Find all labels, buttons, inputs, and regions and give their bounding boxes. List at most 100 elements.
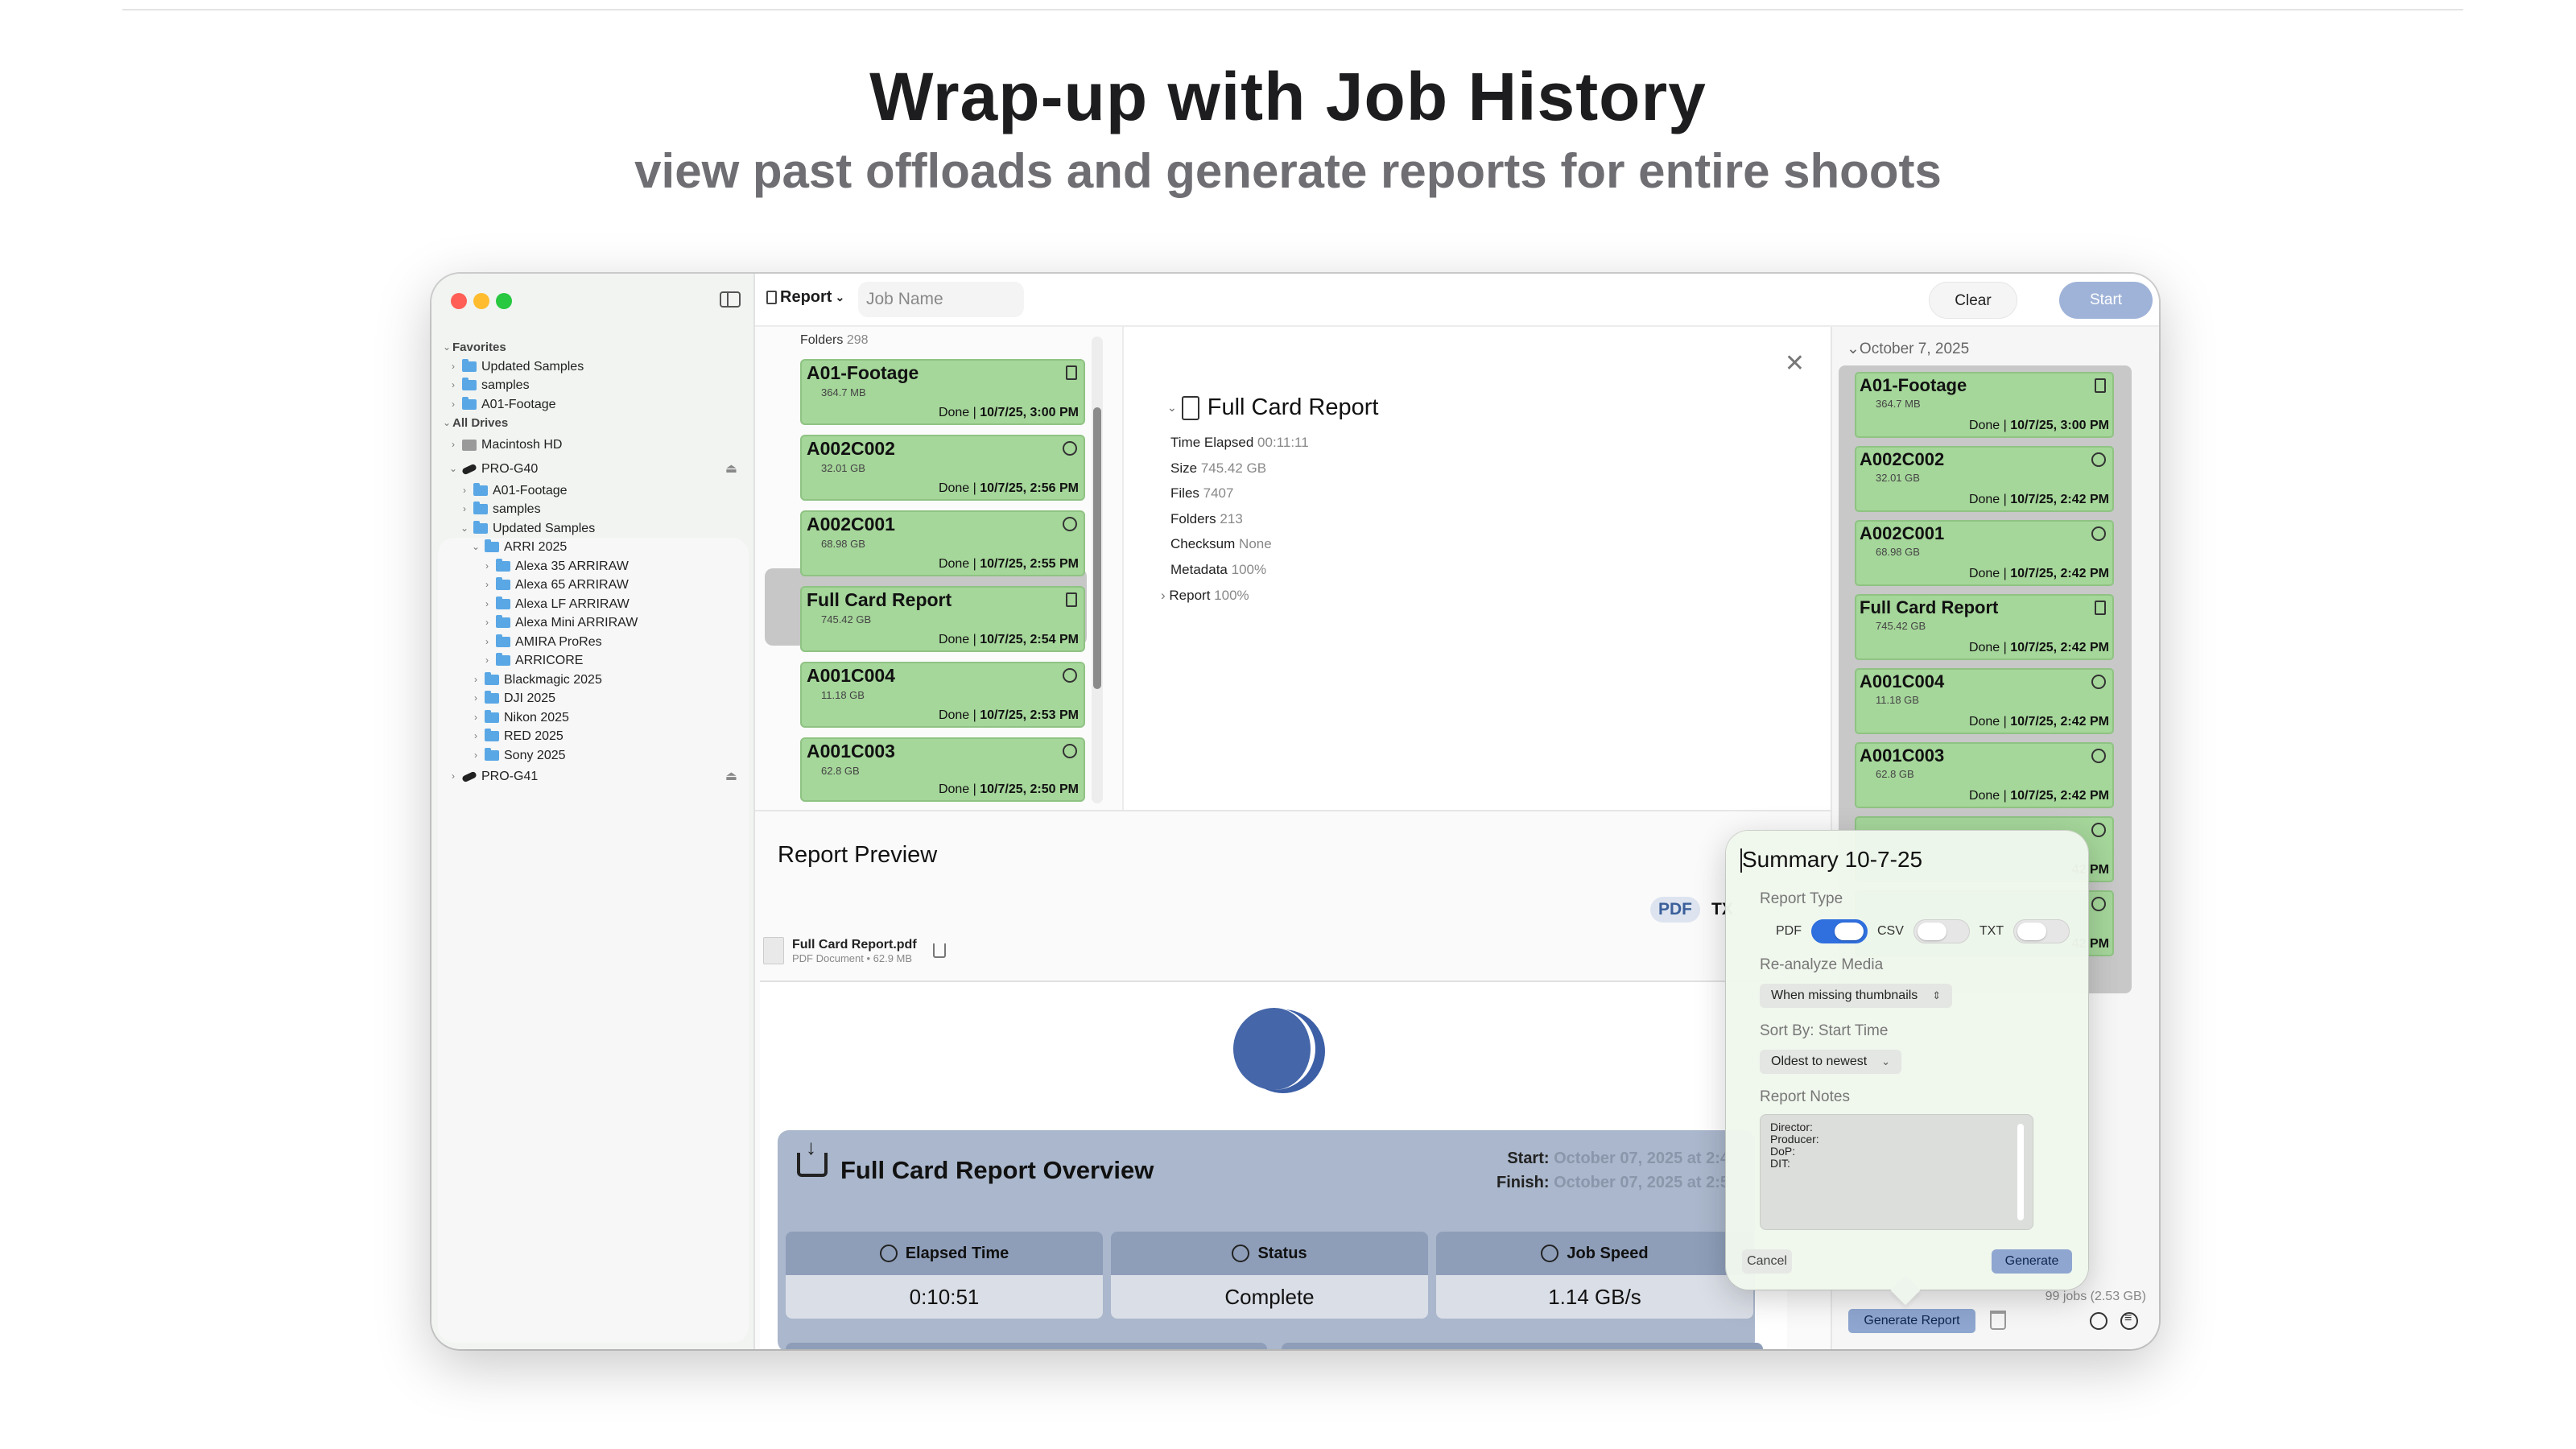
folder-icon <box>462 378 477 391</box>
generate-report-button[interactable]: Generate Report <box>1848 1309 1975 1333</box>
hero-subtitle: view past offloads and generate reports … <box>634 144 1942 198</box>
overview-card: Full Card Report Overview Start: October… <box>778 1130 1763 1349</box>
minimize-window-button[interactable] <box>473 293 489 309</box>
notes-scrollbar[interactable] <box>2017 1124 2024 1220</box>
job-name-input[interactable]: Job Name <box>858 282 1024 317</box>
filter-icon[interactable] <box>2120 1311 2138 1330</box>
csv-toggle[interactable] <box>1913 919 1970 943</box>
folder-item[interactable]: › Sony 2025 <box>441 746 747 766</box>
generate-button[interactable]: Generate <box>1992 1249 2072 1274</box>
folder-icon <box>485 729 499 742</box>
favorite-item[interactable]: › A01-Footage <box>441 395 747 415</box>
folder-item[interactable]: › Alexa LF ARRIRAW <box>441 595 747 614</box>
job-card[interactable]: A002C001 68.98 GB Done | 10/7/25, 2:55 P… <box>800 510 1085 576</box>
job-card[interactable]: A001C003 62.8 GB Done | 10/7/25, 2:50 PM <box>800 737 1085 802</box>
start-button[interactable]: Start <box>2059 282 2153 319</box>
cancel-button[interactable]: Cancel <box>1742 1249 1792 1274</box>
chevron-down-icon: ⌄ <box>1167 401 1177 414</box>
favorite-item[interactable]: › Updated Samples <box>441 357 747 377</box>
detail-title[interactable]: ⌄ Full Card Report <box>1167 394 1378 421</box>
summary-title-field[interactable]: Summary 10-7-25 <box>1740 847 1922 873</box>
chevron-down-icon: ⌄ <box>442 341 452 353</box>
folder-item[interactable]: › Alexa 35 ARRIRAW <box>441 557 747 576</box>
folder-icon <box>496 596 510 609</box>
external-drive-icon <box>461 770 477 783</box>
folder-item[interactable]: › Nikon 2025 <box>441 708 747 728</box>
detail-row: Files 7407 <box>1170 485 1234 502</box>
speedometer-icon <box>1541 1245 1559 1262</box>
all-drives-header[interactable]: ⌄ All Drives <box>441 414 747 433</box>
sort-select[interactable]: Oldest to newest ⌄ <box>1760 1050 1902 1074</box>
trash-icon[interactable] <box>1990 1311 2006 1330</box>
file-row[interactable]: Full Card Report.pdf PDF Document • 62.9… <box>763 937 946 964</box>
updown-chevron-icon: ⇕ <box>1932 989 1942 1001</box>
favorites-header[interactable]: ⌄ Favorites <box>441 338 747 357</box>
reanalyze-label: Re-analyze Media <box>1760 956 1884 973</box>
history-job-card[interactable]: A01-Footage 364.7 MB Done | 10/7/25, 3:0… <box>1855 372 2114 438</box>
share-icon[interactable] <box>932 943 946 958</box>
history-job-card[interactable]: A001C004 11.18 GB Done | 10/7/25, 2:42 P… <box>1855 668 2114 734</box>
history-job-card[interactable]: Full Card Report 745.42 GB Done | 10/7/2… <box>1855 594 2114 660</box>
history-date-header[interactable]: ⌄October 7, 2025 <box>1847 340 1969 358</box>
history-job-card[interactable]: A001C003 62.8 GB Done | 10/7/25, 2:42 PM <box>1855 742 2114 808</box>
history-clock-icon[interactable] <box>2090 1312 2107 1330</box>
eject-icon[interactable]: ⏏ <box>725 767 737 786</box>
folder-item[interactable]: › A01-Footage <box>441 481 747 501</box>
folder-icon <box>473 520 488 534</box>
zoom-window-button[interactable] <box>496 293 512 309</box>
folder-item[interactable]: › Alexa Mini ARRIRAW <box>441 613 747 633</box>
folder-icon <box>496 653 510 667</box>
pdf-toggle[interactable] <box>1811 919 1868 943</box>
sidebar-toggle-icon[interactable] <box>720 291 741 308</box>
stat-job-speed: Job Speed 1.14 GB/s <box>1436 1232 1753 1319</box>
scrollbar-thumb[interactable] <box>1093 407 1101 689</box>
job-card[interactable]: A002C002 32.01 GB Done | 10/7/25, 2:56 P… <box>800 435 1085 501</box>
folder-icon <box>496 558 510 572</box>
history-job-card[interactable]: A002C001 68.98 GB Done | 10/7/25, 2:42 P… <box>1855 520 2114 586</box>
folder-item[interactable]: › ARRICORE <box>441 651 747 671</box>
folder-icon <box>485 671 499 685</box>
sort-label: Sort By: Start Time <box>1760 1022 1889 1039</box>
jobs-list: Folders 298 A01-Footage 364.7 MB Done | … <box>755 327 1124 810</box>
report-notes-textarea[interactable]: Director: Producer: DoP: DIT: <box>1760 1114 2033 1230</box>
toolbar: Report ⌄ Job Name Clear Start <box>755 274 2159 327</box>
folder-item[interactable]: › RED 2025 <box>441 727 747 746</box>
clear-button[interactable]: Clear <box>1929 282 2017 319</box>
close-window-button[interactable] <box>451 293 467 309</box>
folder-item[interactable]: › AMIRA ProRes <box>441 633 747 652</box>
report-notes-label: Report Notes <box>1760 1088 1850 1105</box>
folder-item[interactable]: › samples <box>441 500 747 519</box>
folder-item[interactable]: › Blackmagic 2025 <box>441 671 747 690</box>
hard-disk-icon <box>462 439 477 451</box>
folder-item[interactable]: › DJI 2025 <box>441 689 747 708</box>
job-card[interactable]: A001C004 11.18 GB Done | 10/7/25, 2:53 P… <box>800 662 1085 728</box>
detail-stats: Time Elapsed 00:11:11 Size 745.42 GB Fil… <box>1161 430 1309 608</box>
history-job-card[interactable]: A002C002 32.01 GB Done | 10/7/25, 2:42 P… <box>1855 446 2114 512</box>
checkmark-circle-icon <box>1232 1245 1250 1262</box>
favorite-item[interactable]: › samples <box>441 376 747 395</box>
detail-row: Time Elapsed 00:11:11 <box>1170 435 1309 450</box>
folder-item[interactable]: ⌄ Updated Samples <box>441 519 747 539</box>
chevron-right-icon: › <box>452 360 455 372</box>
drive-macintosh-hd[interactable]: › Macintosh HD <box>441 433 747 457</box>
document-icon <box>766 291 777 304</box>
job-detail-pane: ✕ ⌄ Full Card Report Time Elapsed 00:11:… <box>1124 327 1831 810</box>
ring-icon <box>1063 441 1077 456</box>
eject-icon[interactable]: ⏏ <box>725 460 737 479</box>
chevron-right-icon: › <box>452 770 455 782</box>
format-pdf-tab[interactable]: PDF <box>1650 897 1700 923</box>
txt-toggle[interactable] <box>2013 919 2070 943</box>
job-card[interactable]: A01-Footage 364.7 MB Done | 10/7/25, 3:0… <box>800 359 1085 425</box>
ring-icon <box>2091 675 2106 689</box>
job-card-selected[interactable]: Full Card Report 745.42 GB Done | 10/7/2… <box>800 586 1085 652</box>
ring-icon <box>2091 526 2106 541</box>
report-menu[interactable]: Report ⌄ <box>766 288 844 307</box>
file-tree: ⌄ Favorites › Updated Samples › samples › A0… <box>441 338 747 789</box>
folder-item[interactable]: › Alexa 65 ARRIRAW <box>441 576 747 595</box>
folder-item[interactable]: ⌄ ARRI 2025 <box>441 538 747 557</box>
detail-row-report[interactable]: › Report 100% <box>1161 583 1309 609</box>
drive-pro-g40[interactable]: ⌄ PRO-G40 ⏏ <box>441 457 747 481</box>
close-icon[interactable]: ✕ <box>1785 349 1805 378</box>
drive-pro-g41[interactable]: › PRO-G41 ⏏ <box>441 765 747 789</box>
reanalyze-select[interactable]: When missing thumbnails ⇕ <box>1760 984 1953 1008</box>
